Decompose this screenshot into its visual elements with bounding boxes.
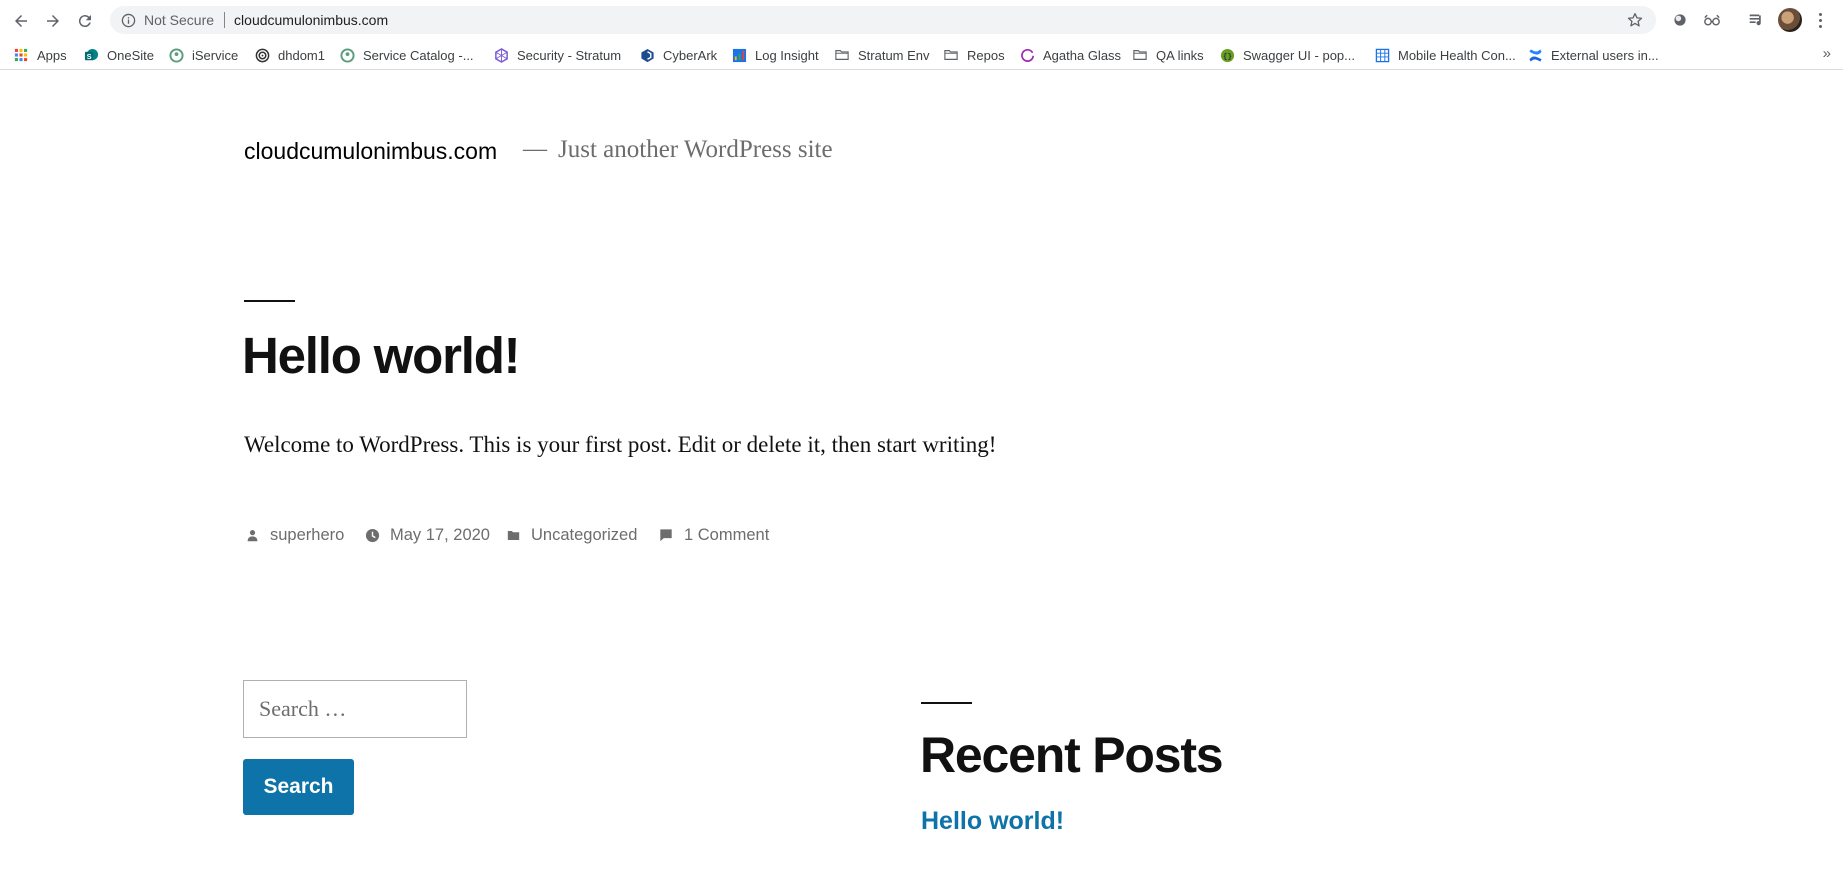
bookmark-qa-links[interactable]: QA links — [1132, 40, 1204, 70]
search-button[interactable]: Search — [243, 759, 354, 815]
dhdom-icon — [254, 47, 270, 63]
cyberark-icon — [639, 47, 655, 63]
bookmark-dhdom1[interactable]: dhdom1 — [254, 40, 325, 70]
post-category[interactable]: Uncategorized — [505, 524, 637, 546]
address-bar[interactable]: Not Secure cloudcumulonimbus.com — [110, 6, 1656, 34]
bookmark-label: OneSite — [107, 47, 154, 63]
browser-menu-icon[interactable] — [1812, 9, 1828, 31]
clock-icon — [364, 527, 380, 543]
bookmark-apps[interactable]: Apps — [13, 40, 67, 70]
bookmark-agatha-glass[interactable]: Agatha Glass — [1019, 40, 1121, 70]
iservice-icon — [168, 47, 184, 63]
back-arrow-icon — [15, 15, 27, 27]
bookmarks-bar: Apps S OneSite iService dhdom1 Service C… — [0, 40, 1843, 70]
post-author[interactable]: superhero — [244, 524, 344, 546]
bookmark-label: QA links — [1156, 47, 1204, 63]
bookmark-service-catalog[interactable]: Service Catalog -... — [339, 40, 474, 70]
bookmark-onesite[interactable]: S OneSite — [83, 40, 154, 70]
back-button[interactable] — [8, 8, 34, 34]
bookmark-label: dhdom1 — [278, 47, 325, 63]
bookmark-label: Repos — [967, 47, 1005, 63]
post-title-link[interactable]: Hello world! — [242, 326, 521, 385]
bookmark-swagger-ui[interactable]: {} Swagger UI - pop... — [1219, 40, 1355, 70]
recent-post-link[interactable]: Hello world! — [921, 807, 1064, 836]
search-input[interactable] — [243, 680, 467, 738]
reload-icon — [78, 15, 91, 28]
address-divider — [224, 12, 226, 28]
folder-icon — [834, 47, 850, 63]
extension-circle-icon[interactable] — [1670, 10, 1690, 30]
comment-icon — [658, 527, 674, 543]
bookmark-label: External users in... — [1551, 47, 1659, 63]
bookmark-star-icon[interactable] — [1626, 11, 1644, 29]
folder-icon — [943, 47, 959, 63]
apps-grid-icon — [13, 47, 29, 63]
extension-glasses-icon[interactable] — [1702, 10, 1722, 30]
author-icon — [244, 527, 260, 543]
bookmark-label: Mobile Health Con... — [1398, 47, 1516, 63]
bookmark-security-stratum[interactable]: Security - Stratum — [493, 40, 621, 70]
folder-icon — [505, 527, 521, 543]
security-status-label: Not Secure — [144, 12, 215, 28]
comments-link[interactable]: 1 Comment — [684, 526, 769, 545]
bookmark-label: Stratum Env — [858, 47, 930, 63]
recent-posts-heading: Recent Posts — [920, 727, 1224, 783]
date-link[interactable]: May 17, 2020 — [390, 526, 490, 545]
widget-divider — [921, 702, 972, 704]
swagger-icon: {} — [1219, 47, 1235, 63]
forward-button[interactable] — [40, 8, 66, 34]
info-icon[interactable] — [120, 12, 136, 28]
svg-text:S: S — [86, 51, 91, 60]
site-title-link[interactable]: cloudcumulonimbus.com — [244, 138, 497, 165]
post-date[interactable]: May 17, 2020 — [364, 524, 490, 546]
url-text[interactable]: cloudcumulonimbus.com — [234, 12, 388, 28]
chart-icon — [731, 47, 747, 63]
bookmark-label: Log Insight — [755, 47, 819, 63]
bookmark-stratum-env[interactable]: Stratum Env — [834, 40, 930, 70]
post-comments[interactable]: 1 Comment — [658, 524, 769, 546]
bookmark-external-users[interactable]: External users in... — [1527, 40, 1659, 70]
bookmark-label: Service Catalog -... — [363, 47, 474, 63]
bookmark-label: iService — [192, 47, 239, 63]
profile-avatar[interactable] — [1778, 8, 1802, 32]
author-link[interactable]: superhero — [270, 526, 344, 545]
sharepoint-icon: S — [83, 47, 99, 63]
reload-button[interactable] — [72, 8, 98, 34]
bookmark-label: Swagger UI - pop... — [1243, 47, 1355, 63]
media-queue-icon[interactable] — [1746, 10, 1766, 30]
site-tagline: Just another WordPress site — [558, 136, 833, 163]
site-title-separator: — — [523, 136, 547, 162]
bookmark-label: Apps — [37, 47, 67, 63]
stratum-icon — [493, 47, 509, 63]
post-divider — [244, 300, 295, 302]
confluence-icon — [1527, 47, 1543, 63]
folder-icon — [1132, 47, 1148, 63]
bookmark-repos[interactable]: Repos — [943, 40, 1005, 70]
post-content: Welcome to WordPress. This is your first… — [244, 432, 997, 457]
bookmark-label: CyberArk — [663, 47, 718, 63]
svg-text:{}: {} — [1222, 53, 1231, 61]
service-catalog-icon — [339, 47, 355, 63]
category-link[interactable]: Uncategorized — [531, 526, 637, 545]
bookmark-label: Agatha Glass — [1043, 47, 1122, 63]
bookmark-log-insight[interactable]: Log Insight — [731, 40, 819, 70]
bookmark-iservice[interactable]: iService — [168, 40, 238, 70]
bookmarks-overflow-icon[interactable]: » — [1823, 45, 1831, 62]
browser-toolbar: Not Secure cloudcumulonimbus.com — [0, 0, 1843, 40]
bookmark-cyberark[interactable]: CyberArk — [639, 40, 717, 70]
spreadsheet-icon — [1374, 47, 1390, 63]
bookmark-label: Security - Stratum — [517, 47, 622, 63]
forward-arrow-icon — [47, 15, 59, 27]
agatha-icon — [1019, 47, 1035, 63]
bookmark-mobile-health[interactable]: Mobile Health Con... — [1374, 40, 1516, 70]
